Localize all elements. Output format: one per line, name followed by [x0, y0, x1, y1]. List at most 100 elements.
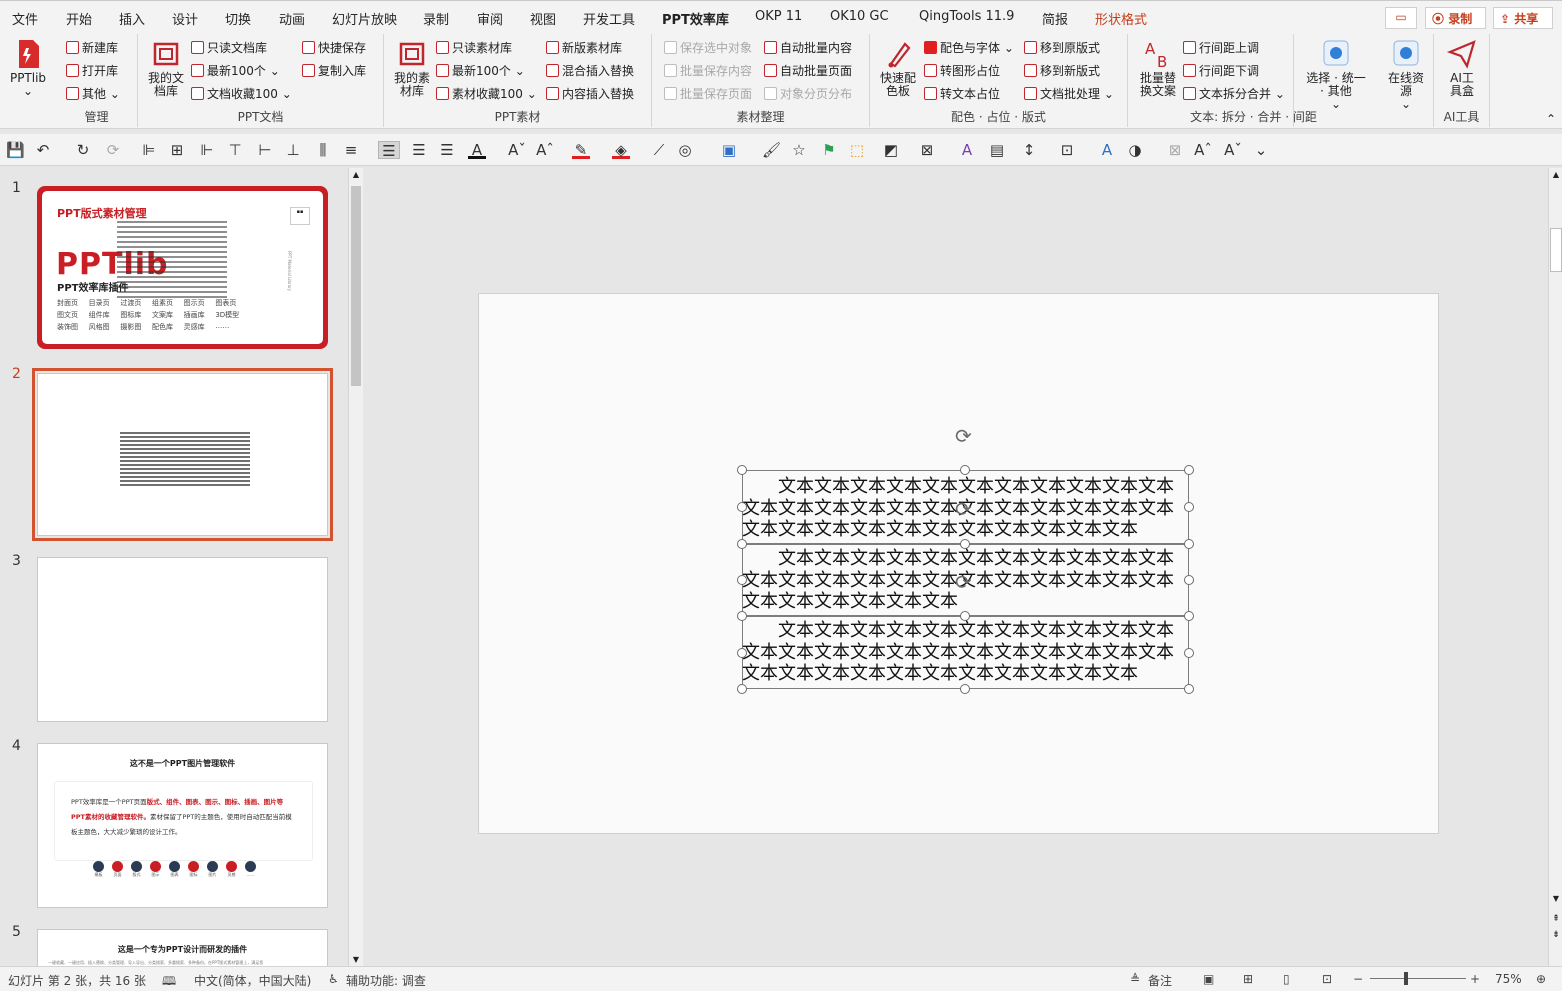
tab-developer[interactable]: 开发工具 [583, 9, 635, 28]
resize-handle[interactable] [960, 684, 970, 694]
align-left-icon[interactable]: ⊫ [140, 141, 158, 159]
mixed-insert-button[interactable]: 混合插入替换 [546, 62, 634, 80]
thumbnail-scrollbar[interactable]: ▲ ▼ [348, 168, 363, 966]
text-align-left-icon[interactable]: ☰ [378, 141, 400, 160]
tab-qingtools[interactable]: QingTools 11.9 [919, 9, 1014, 24]
to-text-placeholder-button[interactable]: 转文本占位 [924, 85, 1000, 103]
text-box-3[interactable]: 文本文本文本文本文本文本文本文本文本文本文本文本文本文本文本文本文本文本文本文本… [742, 620, 1189, 685]
my-material-library-button[interactable]: 我的素材库 [392, 38, 432, 98]
new-library-button[interactable]: 新建库 [66, 39, 118, 57]
tab-shape-format[interactable]: 形状格式 [1095, 9, 1147, 28]
notes-icon[interactable]: ≜ [1130, 972, 1140, 986]
tab-briefing[interactable]: 简报 [1042, 9, 1068, 28]
language-indicator[interactable]: 中文(简体，中国大陆) [194, 972, 311, 989]
tab-file[interactable]: 文件 [12, 9, 38, 28]
wordart-icon[interactable]: A [1098, 141, 1116, 159]
fill-color-icon[interactable]: ◈ [612, 141, 630, 159]
tab-home[interactable]: 开始 [66, 9, 92, 28]
tab-transitions[interactable]: 切换 [225, 9, 251, 28]
resize-handle[interactable] [737, 611, 747, 621]
rotate-handle-icon[interactable]: ⟳ [955, 424, 972, 448]
rotate-handle-icon-3[interactable]: ⟳ [955, 570, 972, 594]
resize-handle[interactable] [1184, 684, 1194, 694]
resize-handle[interactable] [737, 502, 747, 512]
picture-icon[interactable]: ⬚ [848, 141, 866, 159]
line-spacing-icon[interactable]: ↕ [1020, 141, 1038, 159]
tab-ppt-efficiency[interactable]: PPT效率库 [662, 9, 729, 35]
thumbnail-scroll-thumb[interactable] [351, 186, 361, 386]
tab-okp[interactable]: OKP 11 [755, 9, 802, 24]
format-painter-icon[interactable]: ⟋ [650, 141, 668, 159]
ai-toolbox-button[interactable]: AI工具盒 [1442, 38, 1482, 98]
grid-off-icon[interactable]: ⊠ [1166, 141, 1184, 159]
resize-handle[interactable] [1184, 648, 1194, 658]
editor-scroll-up-icon[interactable]: ▲ [1550, 170, 1562, 179]
slide-thumb-4[interactable]: 这不是一个PPT图片管理软件 PPT效率库是一个PPT页面版式、组件、图表、图示… [37, 743, 328, 908]
readonly-doc-button[interactable]: 只读文档库 [191, 39, 267, 57]
other-button[interactable]: 其他 ⌄ [66, 85, 120, 103]
record-button[interactable]: ⦿ 录制 [1425, 7, 1486, 29]
flag-icon[interactable]: ⚑ [820, 141, 838, 159]
tab-animations[interactable]: 动画 [279, 9, 305, 28]
font-color-icon[interactable]: A [468, 141, 486, 159]
text-box-icon[interactable]: ⊠ [918, 141, 936, 159]
tab-design[interactable]: 设计 [172, 9, 198, 28]
select-unify-button[interactable]: 选择 · 统一 · 其他 ⌄ [1304, 38, 1368, 111]
comment-button[interactable]: ▭ [1385, 7, 1417, 29]
latest-100-doc-button[interactable]: 最新100个 ⌄ [191, 62, 280, 80]
editor-scroll-thumb[interactable] [1550, 228, 1562, 272]
star-icon[interactable]: ☆ [790, 141, 808, 159]
resize-handle[interactable] [737, 575, 747, 585]
notes-button[interactable]: 备注 [1148, 972, 1172, 989]
distribute-v-icon[interactable]: ≡ [342, 141, 360, 159]
zoom-level[interactable]: 75% [1495, 972, 1522, 986]
material-fav-button[interactable]: 素材收藏100 ⌄ [436, 85, 537, 103]
accessibility-icon[interactable]: ♿︎ [328, 972, 339, 986]
slideshow-view-icon[interactable]: ⊡ [1322, 972, 1332, 986]
normal-view-icon[interactable]: ▣ [1203, 972, 1214, 986]
scroll-down-icon[interactable]: ▼ [350, 955, 362, 964]
slide-thumb-2[interactable] [32, 368, 333, 541]
zoom-slider-thumb[interactable] [1404, 972, 1408, 985]
next-slide-icon[interactable]: ⇟ [1550, 930, 1562, 940]
shape-icon[interactable]: ◑ [1126, 141, 1144, 159]
crop-icon[interactable]: ⊡ [1058, 141, 1076, 159]
zoom-out-icon[interactable]: − [1353, 972, 1363, 986]
batch-save-page-button[interactable]: 批量保存页面 [664, 85, 752, 103]
tab-slideshow[interactable]: 幻灯片放映 [332, 9, 397, 28]
resize-handle[interactable] [1184, 465, 1194, 475]
tab-review[interactable]: 审阅 [477, 9, 503, 28]
content-insert-button[interactable]: 内容插入替换 [546, 85, 634, 103]
undo-icon[interactable]: ↶ [34, 141, 52, 159]
pptlib-button[interactable]: PPTlib ⌄ [6, 38, 50, 98]
readonly-material-button[interactable]: 只读素材库 [436, 39, 512, 57]
tab-ok10gc[interactable]: OK10 GC [830, 9, 889, 24]
latest-100-material-button[interactable]: 最新100个 ⌄ [436, 62, 525, 80]
reading-view-icon[interactable]: ▯ [1283, 972, 1290, 986]
move-original-layout-button[interactable]: 移到原版式 [1024, 39, 1100, 57]
slide-thumb-5[interactable]: 这是一个专为PPT设计而研发的插件 一键收藏、一键应用、插入替换、分类管理、导入… [37, 929, 328, 966]
repeat-icon[interactable]: ⟳ [104, 141, 122, 159]
tab-view[interactable]: 视图 [530, 9, 556, 28]
align-bottom-icon[interactable]: ⊥ [284, 141, 302, 159]
brush-icon[interactable]: 🖌 [762, 141, 781, 159]
resize-handle[interactable] [1184, 502, 1194, 512]
move-new-layout-button[interactable]: 移到新版式 [1024, 62, 1100, 80]
fit-slide-icon[interactable]: ⊕ [1536, 972, 1546, 986]
auto-batch-page-button[interactable]: 自动批量页面 [764, 62, 852, 80]
distribute-h-icon[interactable]: ⫼ [314, 141, 332, 159]
line-spacing-down-button[interactable]: 行间距下调 [1183, 62, 1259, 80]
save-selected-button[interactable]: 保存选中对象 [664, 39, 752, 57]
text-shrink-icon[interactable]: Aˇ [1224, 141, 1242, 159]
slide-thumb-1[interactable]: PPT版式素材管理 PPTlib PPT效率库插件 ▪▪ PPT Materia… [37, 186, 328, 349]
resize-handle[interactable] [960, 539, 970, 549]
resize-handle[interactable] [737, 539, 747, 549]
resize-handle[interactable] [1184, 539, 1194, 549]
resize-handle[interactable] [960, 465, 970, 475]
resize-handle[interactable] [737, 648, 747, 658]
doc-fav-button[interactable]: 文档收藏100 ⌄ [191, 85, 292, 103]
editor-scroll-down-icon[interactable]: ▼ [1550, 894, 1562, 903]
open-library-button[interactable]: 打开库 [66, 62, 118, 80]
text-grow-icon[interactable]: Aˆ [1194, 141, 1212, 159]
copy-in-button[interactable]: 复制入库 [302, 62, 366, 80]
